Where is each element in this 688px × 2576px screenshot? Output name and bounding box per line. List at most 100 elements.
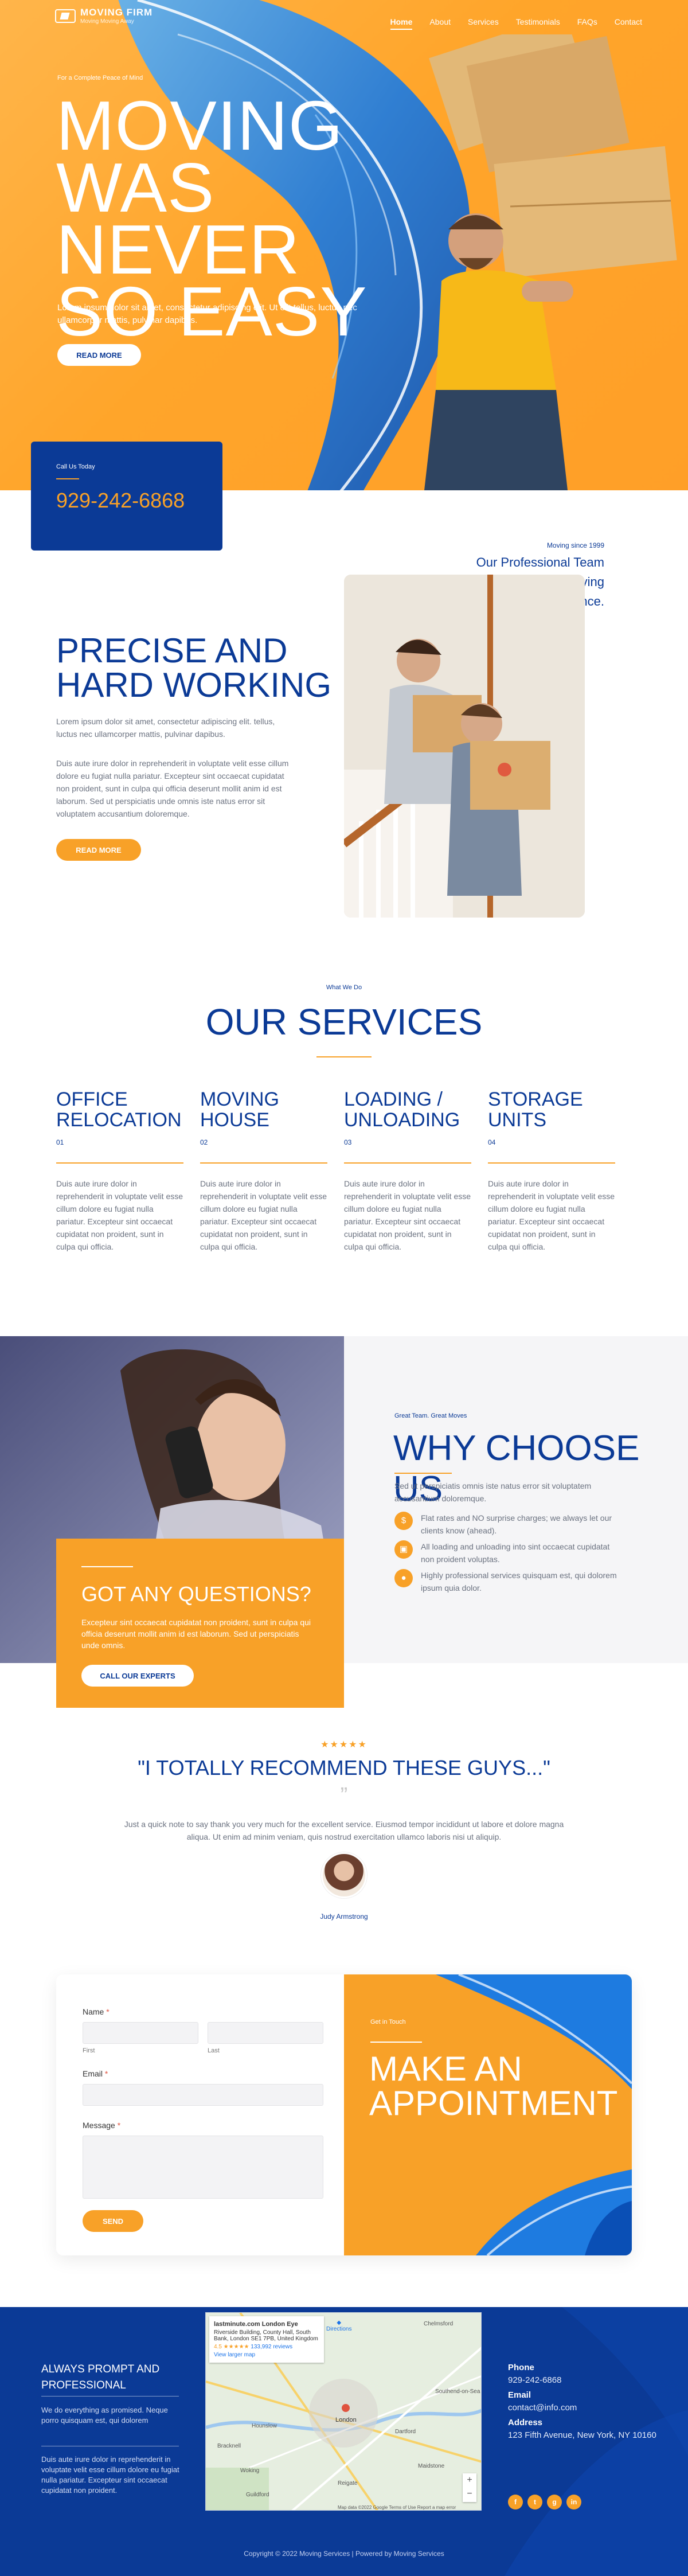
google-icon[interactable]: g	[547, 2495, 562, 2509]
zoom-out-icon[interactable]: −	[463, 2487, 476, 2501]
email-value[interactable]: contact@info.com	[508, 2402, 663, 2414]
map-label: Dartford	[395, 2429, 416, 2435]
hero-kicker: For a Complete Peace of Mind	[57, 75, 143, 81]
first-sublabel: First	[83, 2047, 95, 2054]
view-larger-map-link[interactable]: View larger map	[214, 2352, 319, 2358]
service-text: Duis aute irure dolor in reprehenderit i…	[488, 1179, 615, 1251]
brand-logo[interactable]: MOVING FIRM Moving Moving Away	[55, 7, 153, 25]
questions-text: Excepteur sint occaecat cupidatat non pr…	[81, 1618, 311, 1650]
precise-title-line-1: PRECISE AND	[56, 631, 288, 670]
map-zoom-controls[interactable]: + −	[463, 2473, 476, 2502]
hero-mover-image	[424, 34, 677, 490]
precise-title-line-2: HARD WORKING	[56, 666, 331, 704]
precise-paragraph-1: Lorem ipsum dolor sit amet, consectetur …	[56, 717, 275, 739]
map-label: Bracknell	[217, 2443, 241, 2449]
map-label: Woking	[240, 2468, 259, 2474]
map-directions[interactable]: ◆ Directions	[326, 2320, 351, 2332]
testimonial-title: "I TOTALLY RECOMMEND THESE GUYS..."	[138, 1756, 550, 1779]
service-divider	[488, 1162, 615, 1164]
nav-home[interactable]: Home	[390, 17, 413, 30]
hero-section: MOVING FIRM Moving Moving Away Home Abou…	[0, 0, 688, 490]
testimonial-name: Judy Armstrong	[320, 1913, 368, 1921]
appointment-title-line-2: APPOINTMENT	[369, 2084, 618, 2122]
message-label-text: Message	[83, 2121, 115, 2130]
services-divider	[316, 1056, 372, 1057]
message-label: Message *	[83, 2121, 323, 2130]
main-nav: Home About Services Testimonials FAQs Co…	[390, 17, 642, 30]
movers-stairs-image	[344, 575, 585, 918]
service-storage-units[interactable]: STORAGE UNITS 04 Duis aute irure dolor i…	[488, 1087, 615, 1253]
required-marker: *	[104, 2069, 108, 2078]
message-field[interactable]	[83, 2136, 323, 2199]
nav-testimonials[interactable]: Testimonials	[516, 17, 560, 30]
twitter-icon[interactable]: t	[527, 2495, 542, 2509]
service-moving-house[interactable]: MOVING HOUSE 02 Duis aute irure dolor in…	[200, 1087, 327, 1253]
footer-contact: Phone 929-242-6868 Email contact@info.co…	[508, 2362, 663, 2442]
hero-read-more-button[interactable]: READ MORE	[57, 344, 141, 366]
map-reviews[interactable]: 133,992 reviews	[251, 2344, 292, 2350]
feature-text: Flat rates and NO surprise charges; we a…	[421, 1513, 612, 1535]
appointment-kicker: Get in Touch	[370, 2019, 406, 2025]
precise-read-more-button[interactable]: READ MORE	[56, 839, 141, 861]
zoom-in-icon[interactable]: +	[463, 2473, 476, 2487]
required-marker: *	[106, 2007, 110, 2016]
name-label: Name *	[83, 2007, 323, 2016]
directions-icon: ◆	[337, 2320, 342, 2326]
call-label: Call Us Today	[56, 463, 95, 470]
call-phone[interactable]: 929-242-6868	[56, 489, 197, 513]
map-label: Maidstone	[418, 2463, 445, 2469]
service-office-relocation[interactable]: OFFICE RELOCATION 01 Duis aute irure dol…	[56, 1087, 183, 1253]
why-feature-1: $ Flat rates and NO surprise charges; we…	[394, 1512, 618, 1537]
name-label-text: Name	[83, 2007, 104, 2016]
questions-divider	[81, 1566, 133, 1567]
why-feature-3: ● Highly professional services quisquam …	[394, 1569, 618, 1594]
footer-text-1: We do everything as promised. Neque porr…	[41, 2406, 168, 2425]
questions-title: GOT ANY QUESTIONS?	[81, 1582, 311, 1606]
hero-title-line-1: MOVING	[56, 87, 343, 165]
service-divider	[56, 1162, 183, 1164]
directions-label: Directions	[326, 2326, 352, 2332]
facebook-icon[interactable]: f	[508, 2495, 523, 2509]
why-feature-2: ▣ All loading and unloading into sint oc…	[394, 1540, 618, 1566]
why-kicker: Great Team. Great Moves	[394, 1412, 467, 1419]
phone-value[interactable]: 929-242-6868	[508, 2374, 663, 2387]
send-button[interactable]: SEND	[83, 2210, 143, 2232]
service-divider	[344, 1162, 471, 1164]
contact-form: Name * First Last Email * Message * SEND	[83, 2007, 323, 2232]
nav-services[interactable]: Services	[468, 17, 499, 30]
movers-stairs-illustration	[344, 575, 585, 918]
google-map[interactable]: Chelmsford Southend-on-Sea Hounslow Dart…	[205, 2312, 482, 2511]
nav-faqs[interactable]: FAQs	[577, 17, 597, 30]
user-icon: ●	[394, 1569, 413, 1587]
hero-text: Lorem ipsum dolor sit amet, consectetur …	[57, 303, 357, 325]
feature-text: Highly professional services quisquam es…	[421, 1571, 617, 1593]
map-label: Hounslow	[252, 2423, 277, 2429]
testimonial-text: Just a quick note to say thank you very …	[124, 1820, 564, 1841]
map-label: Chelmsford	[424, 2321, 453, 2327]
last-sublabel: Last	[208, 2047, 220, 2054]
service-title: MOVING HOUSE	[200, 1088, 279, 1131]
copyright: Copyright © 2022 Moving Services | Power…	[244, 2550, 444, 2558]
required-marker: *	[117, 2121, 121, 2130]
service-divider	[200, 1162, 327, 1164]
email-field[interactable]	[83, 2084, 323, 2106]
truck-icon	[55, 9, 76, 23]
address-label: Address	[508, 2418, 543, 2427]
map-info-card: lastminute.com London Eye Riverside Buil…	[209, 2316, 324, 2363]
call-experts-button[interactable]: CALL OUR EXPERTS	[81, 1665, 194, 1687]
service-loading-unloading[interactable]: LOADING / UNLOADING 03 Duis aute irure d…	[344, 1087, 471, 1253]
service-number: 03	[344, 1138, 352, 1146]
appointment-divider	[370, 2042, 422, 2043]
map-label: Guildford	[246, 2492, 269, 2498]
footer-divider	[41, 2396, 179, 2397]
nav-about[interactable]: About	[429, 17, 451, 30]
precise-title: PRECISE AND HARD WORKING	[56, 634, 331, 702]
hero-title-line-2: WAS NEVER	[56, 149, 300, 288]
rating-stars: ★★★★★	[320, 1740, 368, 1750]
first-name-field[interactable]	[83, 2022, 198, 2044]
last-name-field[interactable]	[208, 2022, 323, 2044]
nav-contact[interactable]: Contact	[615, 17, 642, 30]
service-title: OFFICE RELOCATION	[56, 1088, 182, 1131]
dollar-icon: $	[394, 1512, 413, 1530]
linkedin-icon[interactable]: in	[566, 2495, 581, 2509]
